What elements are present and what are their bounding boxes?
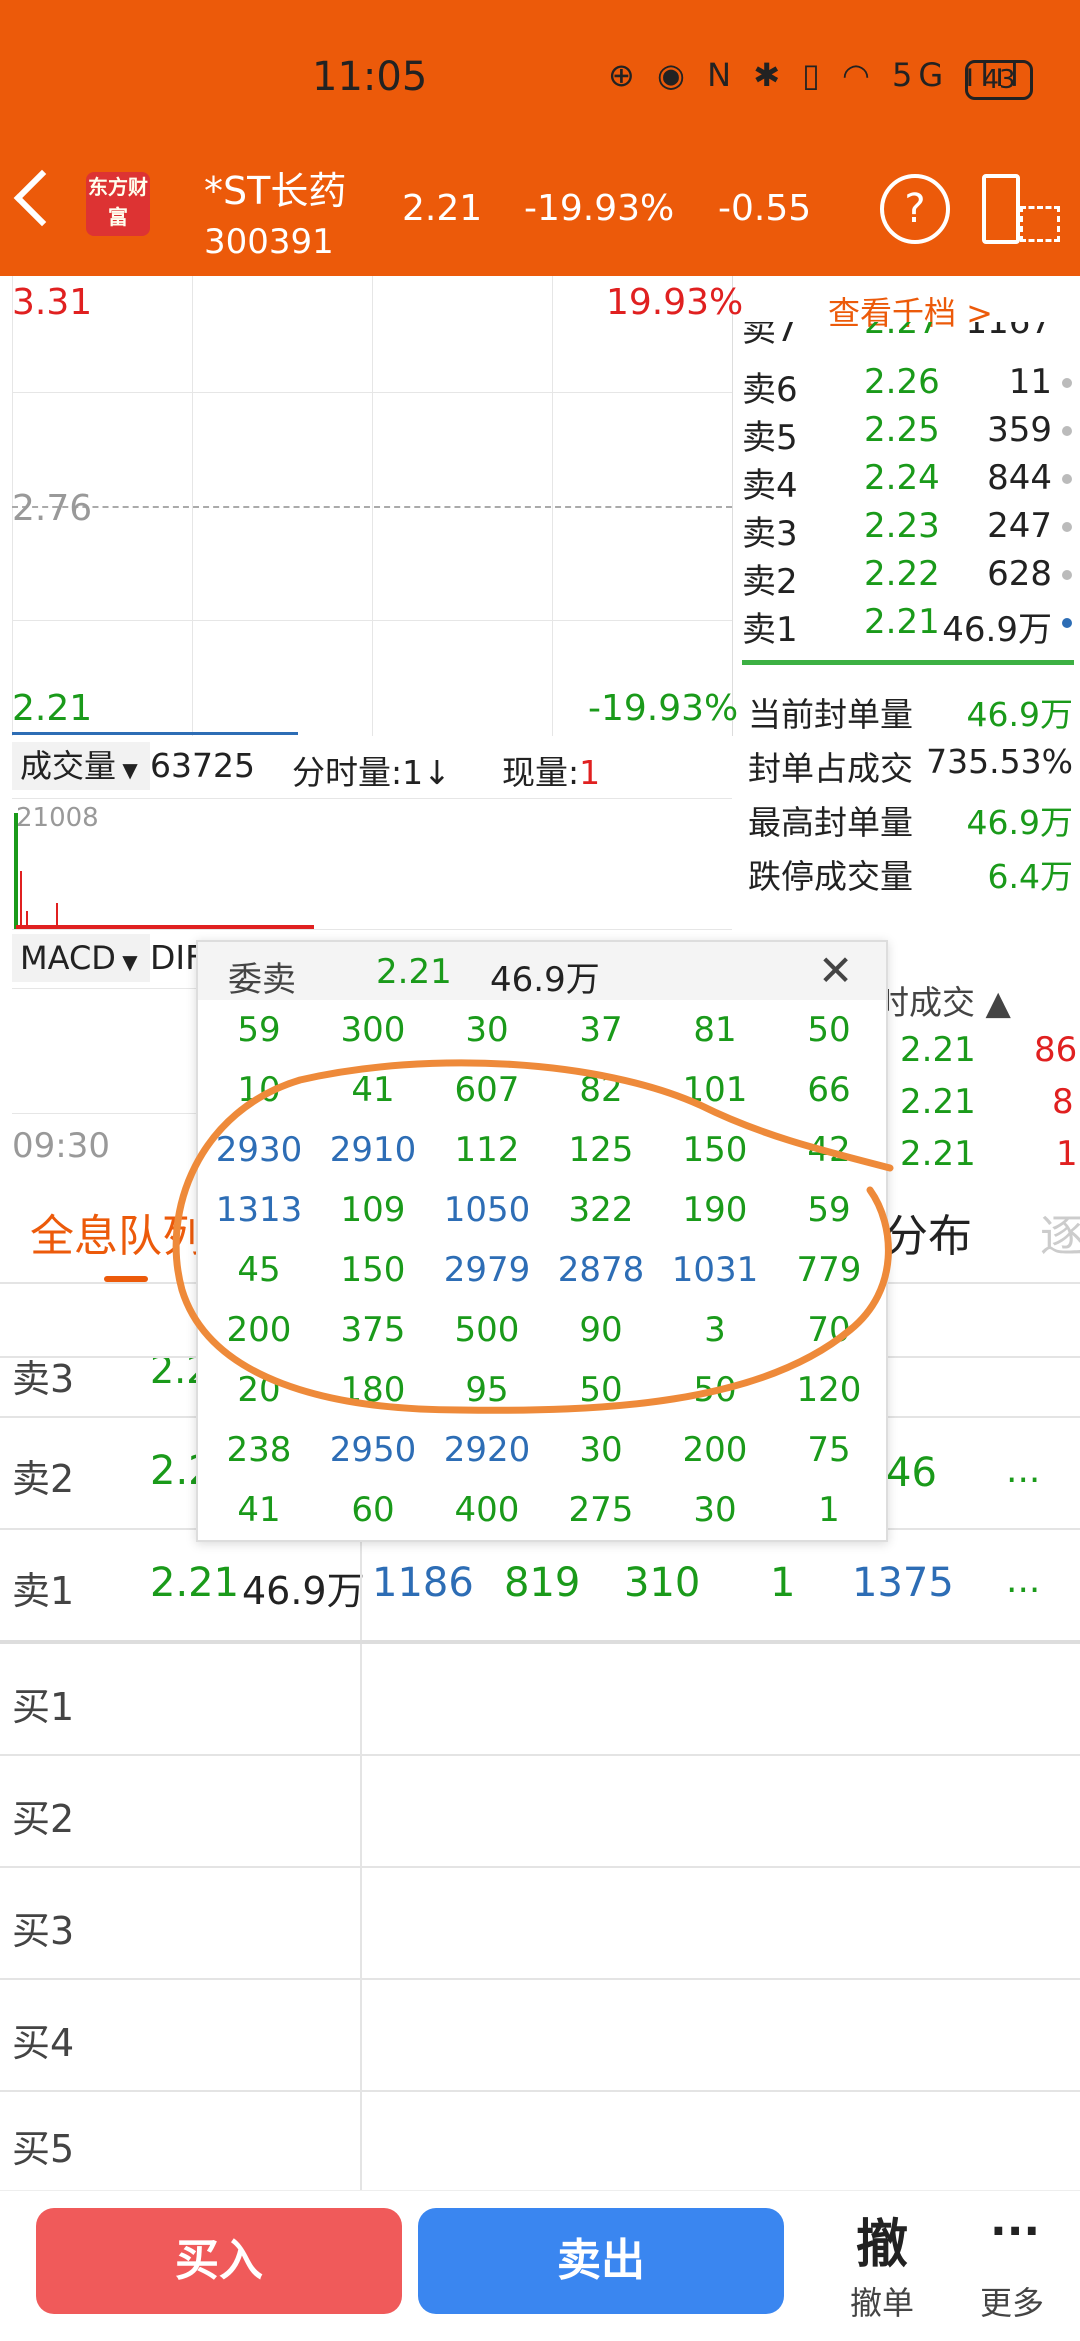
sell-button[interactable]: 卖出 xyxy=(418,2208,784,2314)
cancel-label[interactable]: 撤单 xyxy=(850,2278,914,2324)
buy-button[interactable]: 买入 xyxy=(36,2208,402,2314)
more-icon[interactable]: ··· xyxy=(990,2206,1040,2257)
annotation-circle xyxy=(172,1059,894,1414)
more-label[interactable]: 更多 xyxy=(980,2278,1044,2324)
cancel-icon[interactable]: 撤 xyxy=(856,2202,908,2277)
